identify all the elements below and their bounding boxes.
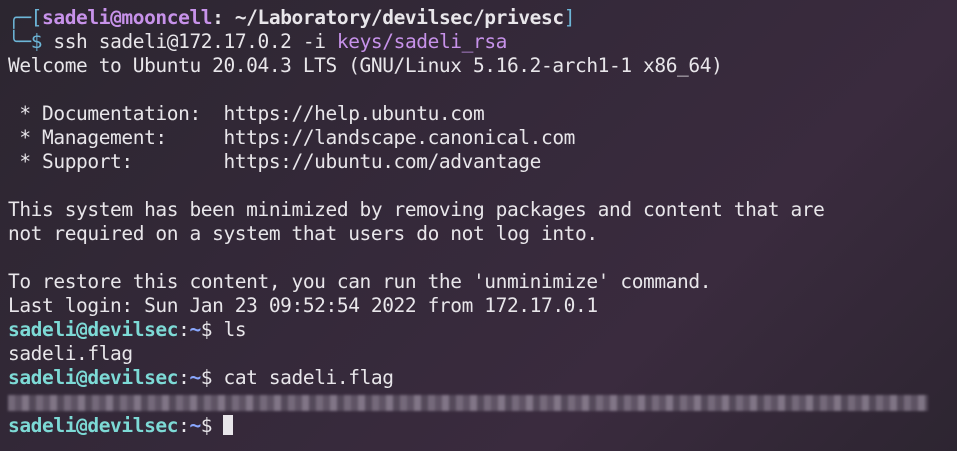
ls-command: ls — [223, 318, 247, 341]
cat-command: cat sadeli.flag — [223, 366, 394, 389]
doc-line: * Documentation: https://help.ubuntu.com — [8, 102, 485, 125]
remote-dollar: $ — [200, 414, 224, 437]
support-line: * Support: https://ubuntu.com/advantage — [8, 150, 541, 173]
minimized-line-1: This system has been minimized by removi… — [8, 198, 825, 221]
local-dollar: $ — [30, 30, 54, 53]
ssh-command-line: ╰─$ ssh sadeli@172.17.0.2 -i keys/sadeli… — [8, 30, 953, 54]
remote-dollar: $ — [200, 366, 224, 389]
remote-colon: : — [178, 318, 190, 341]
local-prompt-line: ╭─[sadeli@mooncell: ~/Laboratory/devilse… — [8, 6, 953, 30]
remote-prompt-ls: sadeli@devilsec:~$ ls — [8, 318, 953, 342]
flag-output-line — [8, 390, 953, 414]
prompt-separator: : — [212, 6, 235, 29]
welcome-line: Welcome to Ubuntu 20.04.3 LTS (GNU/Linux… — [8, 54, 723, 77]
redacted-flag-content — [8, 394, 928, 411]
ssh-key-path: keys/sadeli_rsa — [336, 30, 508, 53]
restore-line: To restore this content, you can run the… — [8, 270, 712, 293]
ssh-target: sadeli@172.17.0.2 — [87, 30, 292, 53]
ls-output-line: sadeli.flag — [8, 342, 133, 365]
remote-tilde: ~ — [189, 318, 201, 341]
remote-user-host: sadeli@devilsec — [8, 414, 179, 437]
remote-user-host: sadeli@devilsec — [8, 318, 179, 341]
prompt-frame-bottom: ╰─ — [8, 30, 31, 53]
prompt-frame-top: ╭─[ — [8, 6, 43, 29]
remote-tilde: ~ — [189, 366, 201, 389]
ssh-command-name: ssh — [53, 30, 88, 53]
prompt-frame-close: ] — [563, 6, 576, 29]
remote-colon: : — [178, 414, 190, 437]
mgmt-line: * Management: https://landscape.canonica… — [8, 126, 575, 149]
remote-user-host: sadeli@devilsec — [8, 366, 179, 389]
local-path: ~/Laboratory/devilsec/privesc — [234, 6, 564, 29]
last-login-line: Last login: Sun Jan 23 09:52:54 2022 fro… — [8, 294, 598, 317]
remote-dollar: $ — [200, 318, 224, 341]
minimized-line-2: not required on a system that users do n… — [8, 222, 598, 245]
terminal-window[interactable]: ╭─[sadeli@mooncell: ~/Laboratory/devilse… — [8, 6, 953, 438]
local-user-host: sadeli@mooncell — [42, 6, 213, 29]
terminal-cursor[interactable] — [223, 415, 234, 435]
remote-prompt-cat: sadeli@devilsec:~$ cat sadeli.flag — [8, 366, 953, 390]
remote-colon: : — [178, 366, 190, 389]
remote-prompt-final[interactable]: sadeli@devilsec:~$ — [8, 414, 953, 438]
ssh-flag: -i — [291, 30, 337, 53]
remote-tilde: ~ — [189, 414, 201, 437]
